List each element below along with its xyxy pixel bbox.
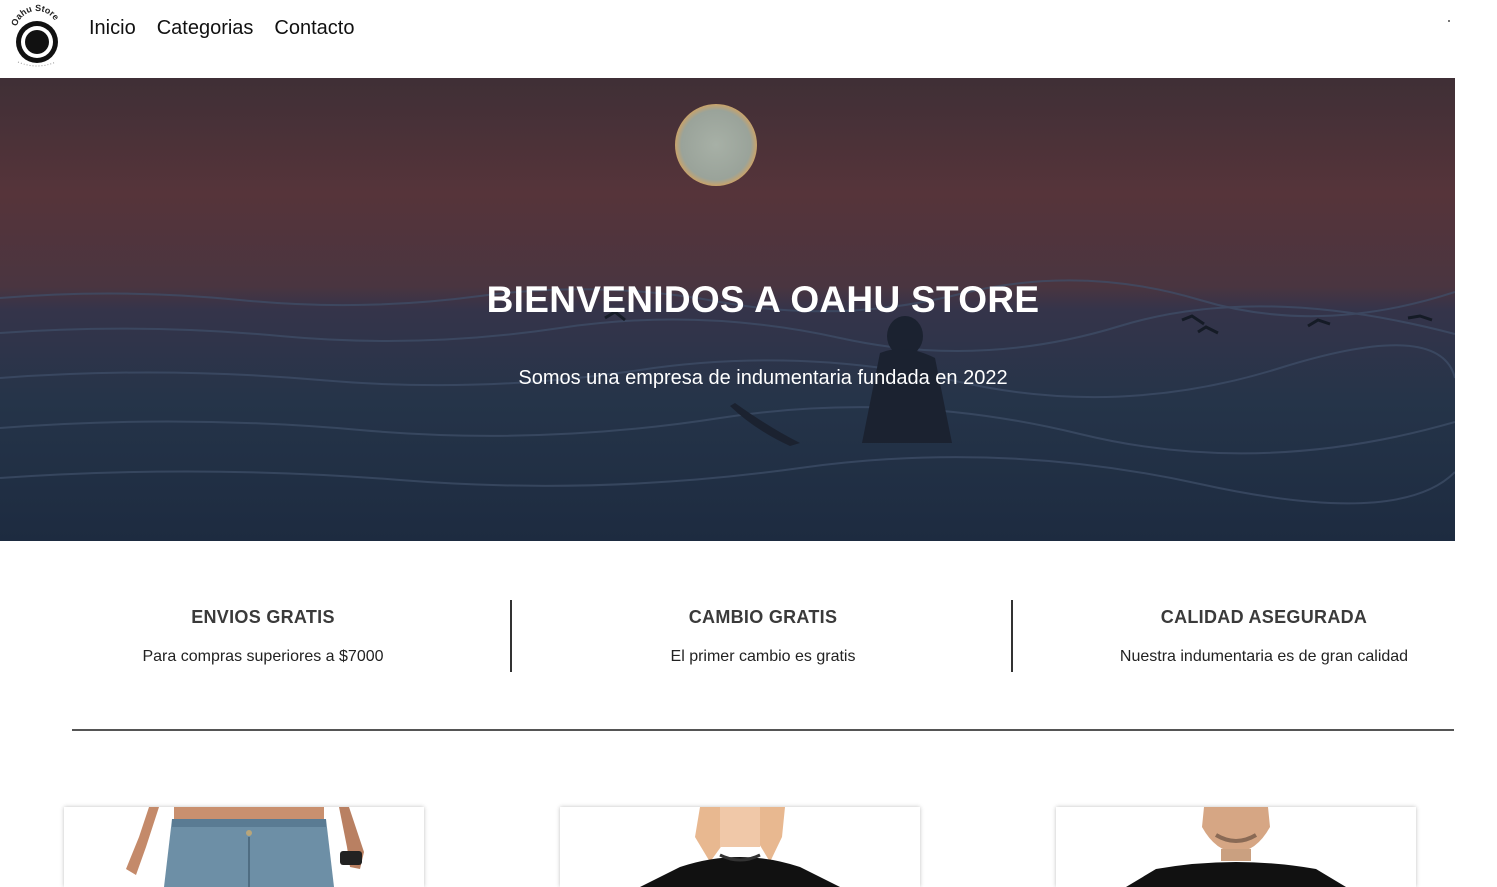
features-section: ENVIOS GRATIS Para compras superiores a …: [13, 600, 1497, 672]
product-card-black-tshirt-man[interactable]: [1056, 807, 1416, 887]
nav-link-categorias[interactable]: Categorias: [157, 16, 254, 40]
feature-title: CAMBIO GRATIS: [688, 607, 838, 627]
nav-link-inicio[interactable]: Inicio: [89, 16, 136, 40]
feature-envios: ENVIOS GRATIS Para compras superiores a …: [13, 600, 513, 672]
black-tshirt-man-product-image: [1126, 807, 1346, 887]
feature-text: Nuestra indumentaria es de gran calidad: [1119, 648, 1409, 665]
hero-banner: BIENVENIDOS A OAHU STORE Somos una empre…: [0, 78, 1455, 541]
feature-text: Para compras superiores a $7000: [142, 648, 384, 665]
feature-divider: [1011, 600, 1013, 672]
nav-link-contacto[interactable]: Contacto: [274, 16, 354, 40]
feature-title: CALIDAD ASEGURADA: [1160, 607, 1368, 627]
store-logo[interactable]: Oahu Store: [8, 3, 66, 70]
feature-title: ENVIOS GRATIS: [191, 607, 335, 627]
section-divider: [72, 729, 1454, 731]
main-nav: Inicio Categorias Contacto: [89, 16, 354, 40]
hero-title: BIENVENIDOS A OAHU STORE: [486, 278, 1040, 320]
product-card-black-tshirt-woman[interactable]: [560, 807, 920, 887]
hero-subtitle: Somos una empresa de indumentaria fundad…: [518, 367, 1008, 389]
feature-divider: [510, 600, 512, 672]
nav-dot-icon: [1448, 20, 1450, 22]
feature-text: El primer cambio es gratis: [670, 648, 856, 665]
feature-calidad: CALIDAD ASEGURADA Nuestra indumentaria e…: [1014, 600, 1497, 672]
feature-cambio: CAMBIO GRATIS El primer cambio es gratis: [513, 600, 1013, 672]
navbar: Oahu Store Inicio Categorias Contacto: [0, 0, 1455, 78]
product-card-jeans[interactable]: [64, 807, 424, 887]
jeans-product-image: [126, 807, 364, 887]
black-tshirt-woman-product-image: [640, 807, 840, 887]
